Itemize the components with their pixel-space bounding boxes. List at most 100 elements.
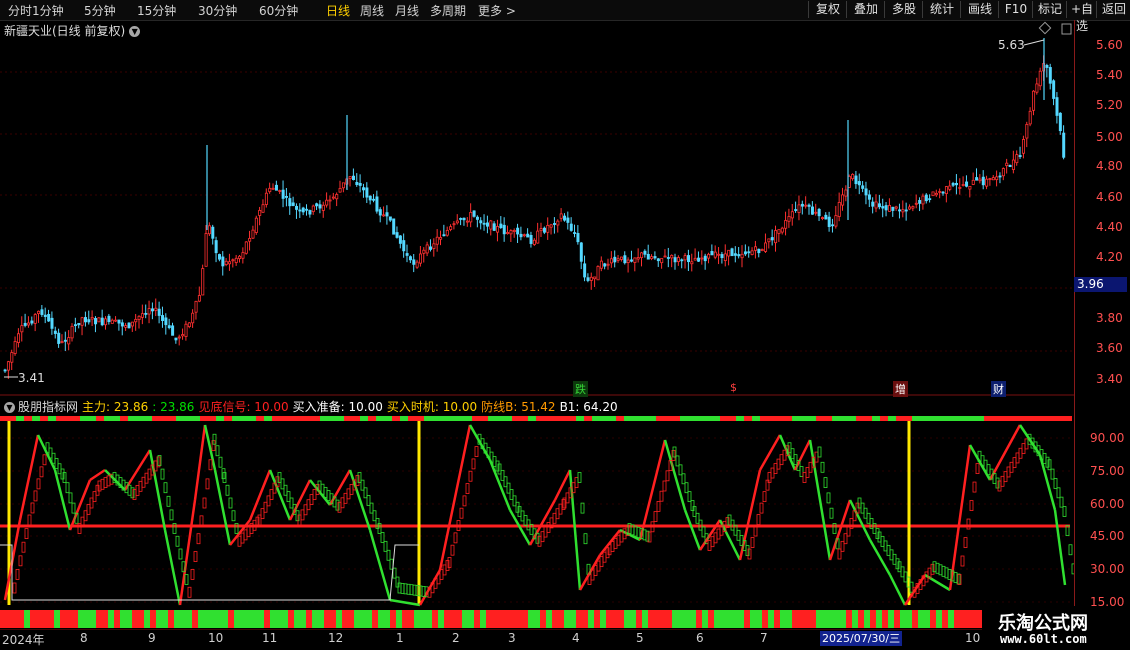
signal-bar-bottom xyxy=(702,610,708,628)
price-axis-label: 5.40 xyxy=(1096,68,1123,82)
trend-band-step xyxy=(237,535,242,547)
signal-bar-bottom xyxy=(762,610,768,628)
trend-band-step xyxy=(1045,456,1050,468)
signal-bar-top xyxy=(8,416,16,421)
signal-bar-bottom xyxy=(402,610,408,628)
signal-bar-top xyxy=(384,416,392,421)
time-axis-label: 3 xyxy=(508,631,516,645)
candle-body xyxy=(754,246,758,251)
trend-band-step xyxy=(175,535,180,547)
candle-body xyxy=(757,248,761,254)
trend-band-step xyxy=(656,500,661,512)
candle-body xyxy=(261,204,265,213)
candle-body xyxy=(717,253,721,256)
main-force-line xyxy=(528,499,557,546)
signal-bar-bottom xyxy=(138,610,144,628)
indicator-title[interactable]: ▼ 股朋指标网 主力: 23.86: 23.86 见底信号: 10.00 买入准备: 1… xyxy=(4,398,626,415)
signal-bar-bottom xyxy=(324,610,330,628)
trend-band-step xyxy=(92,491,97,503)
back-button[interactable]: 返回 xyxy=(1096,1,1130,18)
signal-bar-bottom xyxy=(888,610,894,628)
trend-band-step xyxy=(750,537,755,548)
signal-bar-bottom xyxy=(618,610,624,628)
event-marker[interactable]: 跌 xyxy=(573,381,588,397)
signal-bar-top xyxy=(560,416,568,421)
candle-body xyxy=(221,256,225,267)
candle-body xyxy=(224,260,228,265)
candle-body xyxy=(489,220,493,230)
main-force-line xyxy=(1053,509,1067,586)
signal-bar-top xyxy=(528,416,536,421)
trend-band-step xyxy=(100,478,105,490)
signal-bar-bottom xyxy=(660,610,666,628)
event-marker[interactable]: 增 xyxy=(893,381,908,397)
candle-body xyxy=(127,322,131,329)
time-axis-label: 4 xyxy=(572,631,580,645)
candle-body xyxy=(174,337,178,341)
candle-body xyxy=(167,325,171,329)
candle-body xyxy=(57,332,61,344)
trend-band-step xyxy=(380,532,385,543)
signal-bar-bottom xyxy=(582,610,588,628)
candle-body xyxy=(891,206,895,211)
event-marker[interactable]: $ xyxy=(728,381,739,394)
signal-bar-top xyxy=(896,416,904,421)
signal-bar-bottom xyxy=(846,610,852,628)
trend-band-step xyxy=(199,515,204,527)
candle-body xyxy=(911,206,915,209)
trend-band-step xyxy=(506,482,511,494)
candle-body xyxy=(790,211,794,219)
signal-bar-bottom xyxy=(732,610,738,628)
signal-bar-bottom xyxy=(282,610,288,628)
signal-bar-bottom xyxy=(12,610,18,628)
candle-body xyxy=(214,240,218,254)
candle-body xyxy=(171,325,175,336)
signal-bar-bottom xyxy=(462,610,468,628)
trend-band-step xyxy=(326,490,331,501)
signal-bar-top xyxy=(952,416,960,421)
signal-bar-bottom xyxy=(306,610,312,628)
candle-body xyxy=(944,186,948,194)
signal-bar-top xyxy=(552,416,560,421)
signal-bar-bottom xyxy=(228,610,234,628)
signal-bar-bottom xyxy=(420,610,426,628)
chevron-down-icon[interactable]: ▼ xyxy=(4,402,15,413)
trend-band-step xyxy=(1003,471,1008,483)
signal-bar-bottom xyxy=(936,610,942,628)
signal-bar-top xyxy=(288,416,296,421)
trend-band-step xyxy=(583,533,588,545)
trend-band-step xyxy=(323,486,328,498)
trend-band-step xyxy=(309,494,314,506)
trend-band-step xyxy=(695,512,700,524)
signal-bar-bottom xyxy=(216,610,222,628)
signal-bar-bottom xyxy=(750,610,756,628)
signal-bar-top xyxy=(808,416,816,421)
signal-bar-top xyxy=(176,416,184,421)
candle-body xyxy=(177,336,181,339)
candle-body xyxy=(730,248,734,257)
trend-band-step xyxy=(363,487,368,499)
trend-band-step xyxy=(1006,466,1011,478)
candle-body xyxy=(800,203,804,207)
candle-body xyxy=(650,256,654,260)
candle-body xyxy=(1045,64,1049,68)
trend-band-step xyxy=(537,535,542,547)
signal-bar-bottom xyxy=(288,610,294,628)
signal-bar-top xyxy=(704,416,712,421)
time-axis-label: 1 xyxy=(396,631,404,645)
chart-canvas[interactable]: 5.63 3.41 xyxy=(0,0,1074,630)
trend-band-step xyxy=(814,451,819,463)
signal-bar-top xyxy=(648,416,656,421)
signal-bar-bottom xyxy=(180,610,186,628)
event-marker[interactable]: 财 xyxy=(991,381,1006,397)
trend-band-step xyxy=(941,565,946,577)
candle-body xyxy=(485,222,489,227)
signal-bar-top xyxy=(48,416,56,421)
signal-bar-bottom xyxy=(786,610,792,628)
candle-body xyxy=(934,192,938,196)
signal-bar-top xyxy=(0,416,8,421)
signal-bar-top xyxy=(1016,416,1024,421)
trend-band-step xyxy=(944,567,949,579)
candle-body xyxy=(398,235,402,244)
candle-body xyxy=(563,215,567,221)
